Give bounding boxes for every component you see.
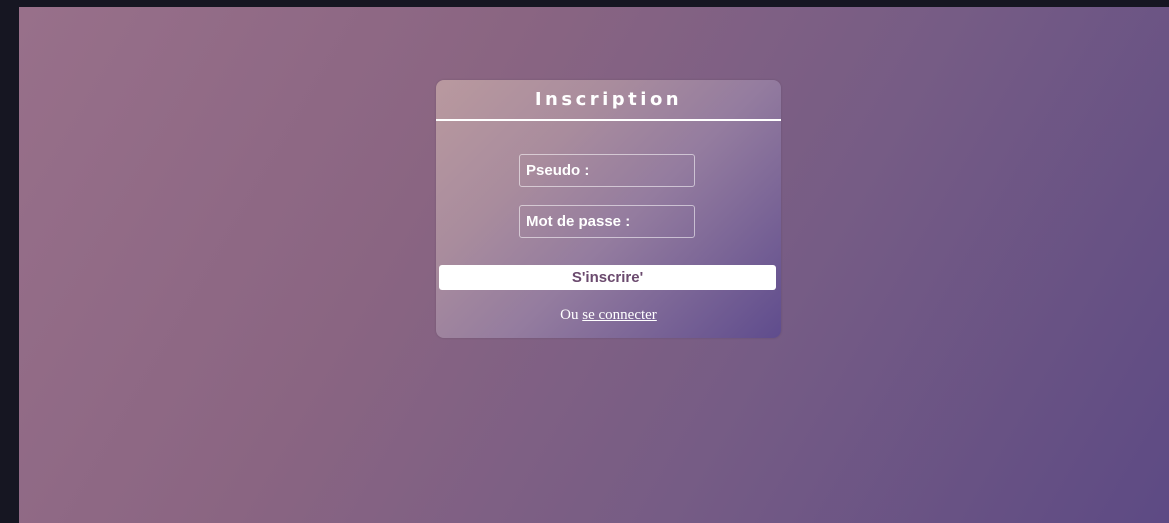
login-prompt: Ou se connecter (436, 307, 781, 324)
signup-button[interactable]: S'inscrire' (439, 265, 776, 290)
password-input[interactable] (519, 205, 695, 238)
pseudo-input[interactable] (519, 154, 695, 187)
login-prompt-prefix: Ou (560, 307, 579, 323)
login-link[interactable]: se connecter (582, 307, 657, 323)
page-background: Inscription S'inscrire' Ou se connecter (19, 7, 1169, 523)
form-title: Inscription (534, 89, 683, 110)
card-header: Inscription (436, 80, 781, 121)
signup-card: Inscription S'inscrire' Ou se connecter (436, 80, 781, 338)
